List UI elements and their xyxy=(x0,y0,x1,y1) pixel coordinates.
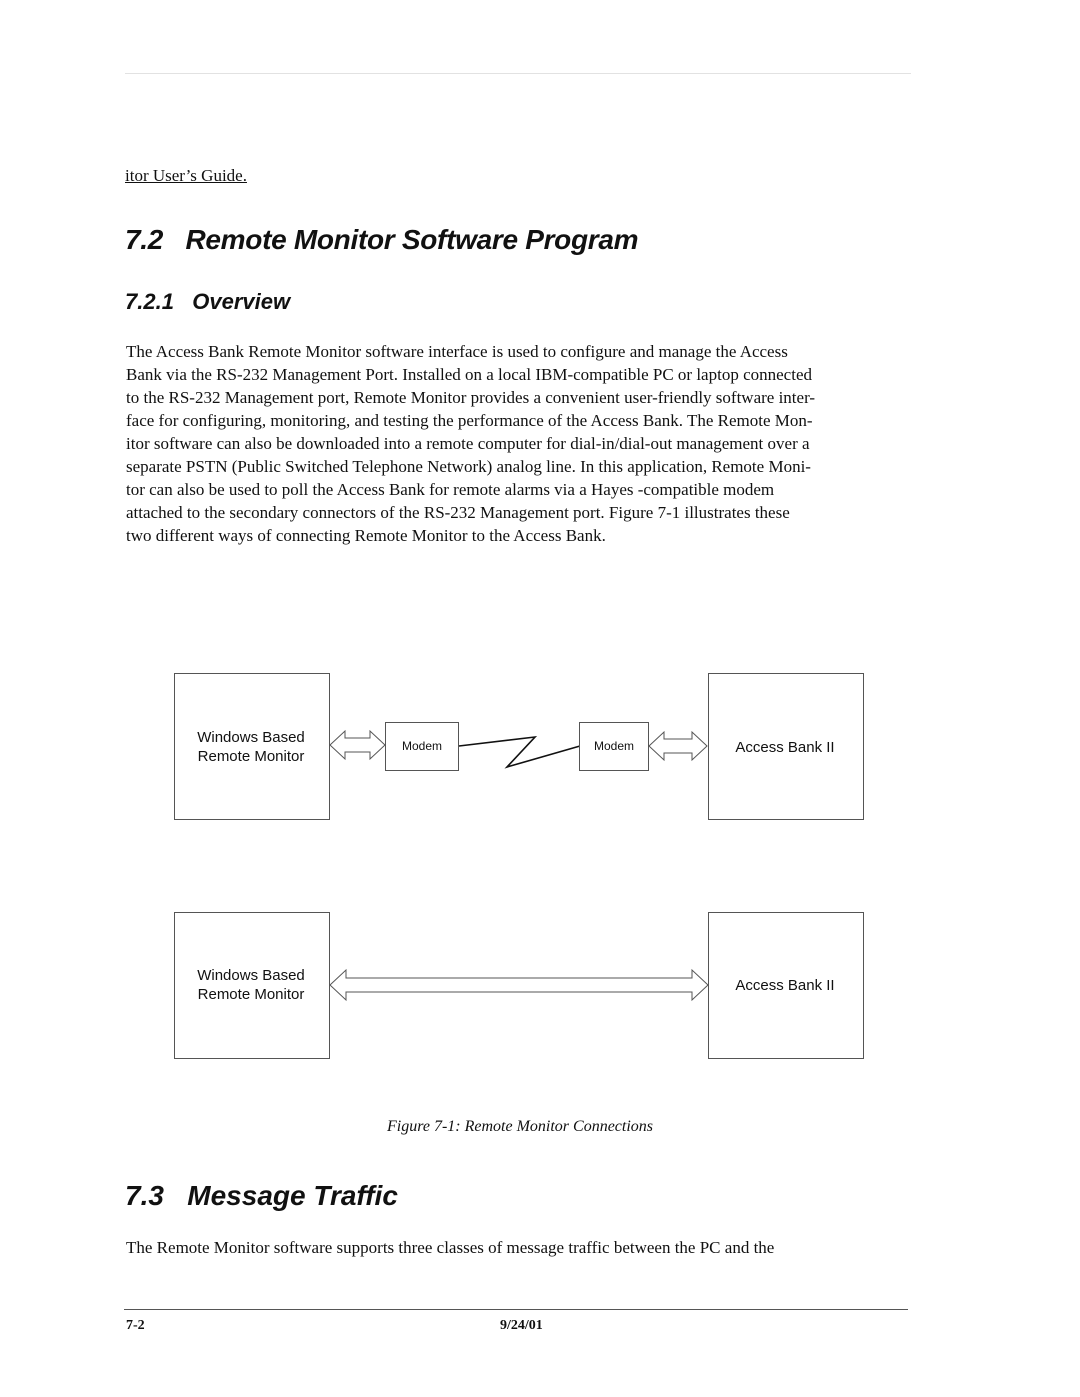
access-bank-label: Access Bank II xyxy=(735,739,834,756)
pc-label-line1: Windows Based xyxy=(197,967,305,984)
figure-caption: Figure 7-1: Remote Monitor Connections xyxy=(386,1118,654,1135)
pc-label-line2: Remote Monitor xyxy=(198,986,305,1003)
direct-configuration: Windows Based Remote Monitor Access Bank… xyxy=(174,912,864,1059)
pc-label-line1: Windows Based xyxy=(197,729,305,746)
access-bank-label: Access Bank II xyxy=(735,977,834,994)
message-traffic-paragraph: The Remote Monitor software supports thr… xyxy=(126,1236,916,1259)
dialup-configuration: Windows Based Remote Monitor Modem Modem… xyxy=(174,673,864,820)
section-heading-7-3: 7.3 Message Traffic xyxy=(125,1180,398,1212)
pc-box xyxy=(174,673,330,820)
double-arrow-icon xyxy=(648,730,708,762)
page-number: 7-2 xyxy=(126,1318,145,1333)
section-number: 7.3 xyxy=(125,1180,164,1211)
phone-line-zigzag xyxy=(458,735,581,769)
modem-left-label: Modem xyxy=(402,739,442,753)
paragraph-line: The Remote Monitor software supports thr… xyxy=(126,1238,775,1257)
double-arrow-icon xyxy=(329,729,386,761)
pc-label-line2: Remote Monitor xyxy=(198,748,305,765)
double-arrow-icon xyxy=(329,968,709,1002)
modem-right-label: Modem xyxy=(594,739,634,753)
footer-date: 9/24/01 xyxy=(500,1318,543,1333)
footer-rule xyxy=(124,1309,908,1310)
section-title: Message Traffic xyxy=(187,1180,398,1211)
